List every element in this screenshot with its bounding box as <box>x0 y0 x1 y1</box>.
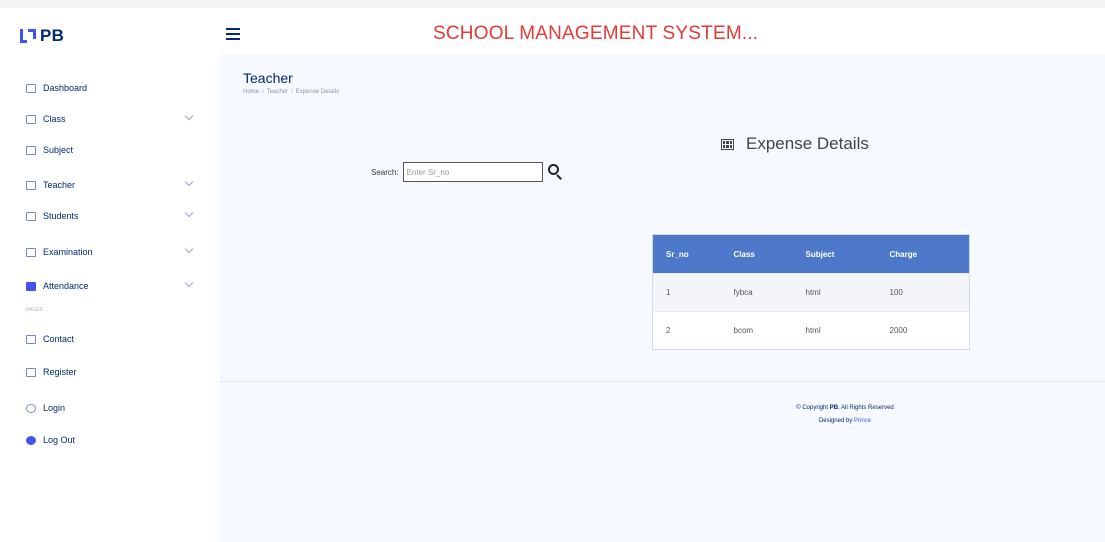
sidebar-item-label: Log Out <box>43 435 76 445</box>
section-title: Expense Details <box>721 134 869 154</box>
footer-credits: Designed by Prince <box>818 418 872 424</box>
section-title-text: Expense Details <box>746 134 869 153</box>
breadcrumb: Home / Teacher / Expense Details <box>243 89 340 95</box>
chevron-down-icon <box>184 111 194 121</box>
content-divider <box>220 381 1105 382</box>
gear-icon <box>26 435 36 445</box>
expense-table: Sr_no Class Subject Charge 1 fybca html … <box>652 234 970 350</box>
list-icon <box>26 247 36 257</box>
chevron-down-icon <box>184 278 194 288</box>
app-title: SCHOOL MANAGEMENT SYSTEM... <box>433 23 759 44</box>
column-header[interactable]: Class <box>720 234 793 274</box>
page-title: Teacher <box>243 70 293 86</box>
sidebar-item-class[interactable]: Class <box>26 111 206 127</box>
search-button[interactable] <box>546 162 564 182</box>
search-form: Search: <box>371 162 564 182</box>
sidebar-item-register[interactable]: Register <box>26 364 206 380</box>
column-header[interactable]: Charge <box>876 234 970 274</box>
layout-icon <box>26 145 36 155</box>
sidebar-item-label: Register <box>43 367 77 377</box>
table-cell: fybca <box>720 273 793 312</box>
logo[interactable]: PB <box>20 26 64 46</box>
sidebar-item-attendance[interactable]: Attendance <box>26 278 206 294</box>
sidebar-item-subject[interactable]: Subject <box>26 142 206 158</box>
sidebar-item-login[interactable]: Login <box>26 400 206 416</box>
sidebar-item-dashboard[interactable]: Dashboard <box>26 80 206 96</box>
envelope-icon <box>26 334 36 344</box>
menu-toggle-icon[interactable] <box>226 28 240 40</box>
sidebar-item-label: Subject <box>43 145 74 155</box>
sidebar-item-label: Class <box>43 114 66 124</box>
table-icon <box>721 138 734 150</box>
sidebar-item-students[interactable]: Students <box>26 208 206 224</box>
column-header[interactable]: Subject <box>792 234 877 274</box>
table-cell: 1 <box>652 273 721 312</box>
sidebar-item-label: Attendance <box>43 281 89 291</box>
search-input[interactable] <box>402 162 543 182</box>
sidebar: Dashboard Class Subject Teacher Students… <box>0 54 220 542</box>
logo-text: PB <box>40 26 65 45</box>
sidebar-item-label: Contact <box>43 334 75 344</box>
table-header-row: Sr_no Class Subject Charge <box>652 234 970 274</box>
sidebar-item-logout[interactable]: Log Out <box>26 432 206 448</box>
table-row: 2 bcom html 2000 <box>652 311 970 350</box>
building-icon <box>26 114 36 124</box>
card-icon <box>26 367 36 377</box>
breadcrumb-current: Expense Details <box>295 89 340 95</box>
grid-icon <box>26 83 36 93</box>
people-icon <box>26 211 36 221</box>
top-header: PB SCHOOL MANAGEMENT SYSTEM... <box>0 0 1105 54</box>
designer-link[interactable]: Prince <box>854 418 871 424</box>
sidebar-item-examination[interactable]: Examination <box>26 244 206 260</box>
logo-icon <box>20 29 36 43</box>
table-cell: html <box>792 273 877 312</box>
person-icon <box>26 180 36 190</box>
sidebar-item-label: Students <box>43 211 79 221</box>
column-header[interactable]: Sr_no <box>652 234 721 274</box>
table-cell: 100 <box>876 273 970 312</box>
footer-copyright: © Copyright PB. All Rights Reserved <box>796 405 894 411</box>
chart-icon <box>26 281 36 291</box>
chevron-down-icon <box>184 177 194 187</box>
sidebar-item-teacher[interactable]: Teacher <box>26 177 206 193</box>
footer: © Copyright PB. All Rights Reserved Desi… <box>700 402 990 428</box>
table-cell: bcom <box>720 311 793 350</box>
breadcrumb-teacher[interactable]: Teacher <box>267 89 288 95</box>
sidebar-heading: Pages <box>26 307 43 313</box>
sidebar-item-contact[interactable]: Contact <box>26 331 206 347</box>
table-row: 1 fybca html 100 <box>652 273 970 312</box>
chevron-down-icon <box>184 244 194 254</box>
search-label: Search: <box>371 167 399 177</box>
login-icon <box>26 403 36 413</box>
breadcrumb-home[interactable]: Home <box>243 89 259 95</box>
chevron-down-icon <box>184 208 194 218</box>
table-cell: html <box>792 311 877 350</box>
sidebar-item-label: Examination <box>43 247 93 257</box>
sidebar-item-label: Login <box>43 403 66 413</box>
sidebar-item-label: Dashboard <box>43 83 88 93</box>
footer-brand: PB <box>829 405 839 411</box>
sidebar-item-label: Teacher <box>43 180 76 190</box>
table-cell: 2000 <box>876 311 970 350</box>
table-cell: 2 <box>652 311 721 350</box>
